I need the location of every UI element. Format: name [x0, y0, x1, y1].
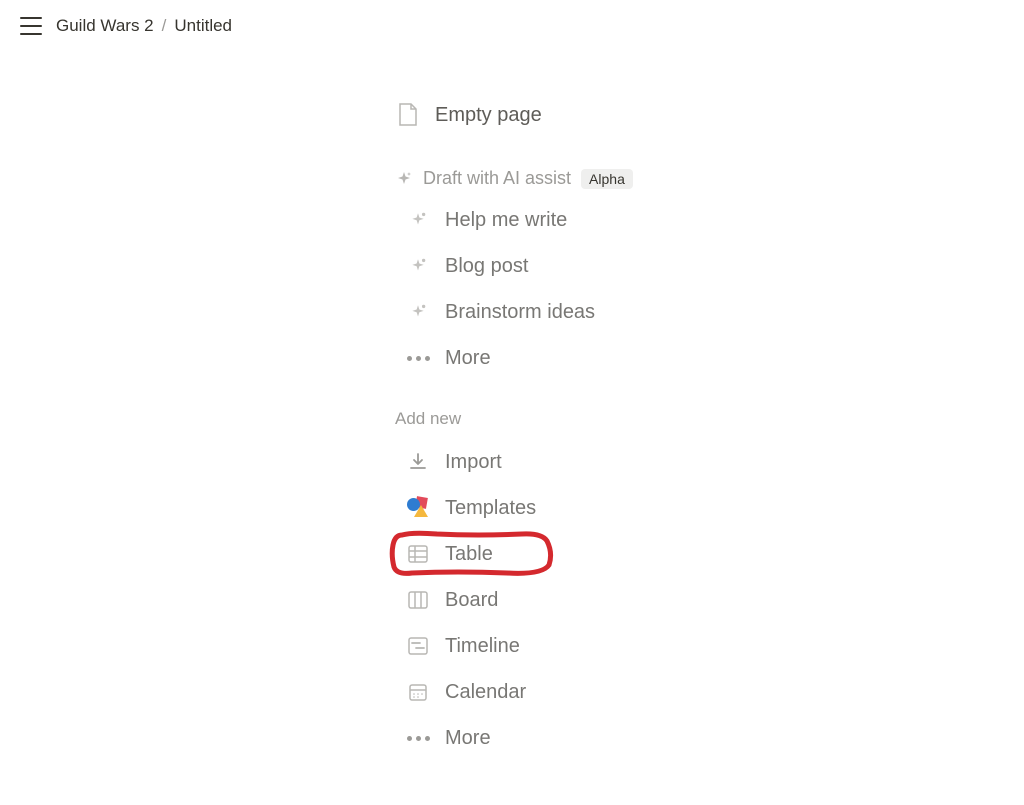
empty-page-option[interactable]: Empty page	[395, 92, 835, 138]
option-label: Table	[445, 543, 493, 566]
more-icon	[405, 725, 431, 751]
breadcrumb: Guild Wars 2 / Untitled	[56, 16, 232, 36]
ai-blog-post[interactable]: Blog post	[395, 243, 835, 289]
breadcrumb-separator: /	[162, 16, 167, 36]
option-label: Brainstorm ideas	[445, 301, 595, 324]
calendar-icon	[405, 679, 431, 705]
sparkle-icon	[405, 299, 431, 325]
option-label: Import	[445, 451, 502, 474]
option-label: Timeline	[445, 635, 520, 658]
empty-page-label: Empty page	[435, 104, 542, 127]
menu-toggle-icon[interactable]	[20, 17, 42, 35]
calendar-option[interactable]: Calendar	[395, 669, 835, 715]
option-label: Board	[445, 589, 498, 612]
sparkle-icon	[405, 253, 431, 279]
ai-section-header: Draft with AI assist Alpha	[395, 168, 835, 189]
timeline-option[interactable]: Timeline	[395, 623, 835, 669]
sparkle-icon	[395, 170, 413, 188]
add-new-more[interactable]: More	[395, 715, 835, 761]
board-icon	[405, 587, 431, 613]
import-icon	[405, 449, 431, 475]
page-icon	[395, 102, 421, 128]
option-label: More	[445, 347, 491, 370]
sparkle-icon	[405, 207, 431, 233]
option-label: Blog post	[445, 255, 528, 278]
option-label: Templates	[445, 497, 536, 520]
breadcrumb-parent[interactable]: Guild Wars 2	[56, 16, 154, 36]
ai-section-title: Draft with AI assist	[423, 168, 571, 189]
ai-brainstorm-ideas[interactable]: Brainstorm ideas	[395, 289, 835, 335]
table-icon	[405, 541, 431, 567]
more-icon	[405, 345, 431, 371]
breadcrumb-current[interactable]: Untitled	[174, 16, 232, 36]
option-label: More	[445, 727, 491, 750]
option-label: Help me write	[445, 209, 567, 232]
timeline-icon	[405, 633, 431, 659]
board-option[interactable]: Board	[395, 577, 835, 623]
import-option[interactable]: Import	[395, 439, 835, 485]
option-label: Calendar	[445, 681, 526, 704]
templates-icon	[405, 495, 431, 521]
alpha-badge: Alpha	[581, 169, 633, 189]
add-new-title: Add new	[395, 409, 835, 429]
table-option[interactable]: Table	[395, 531, 835, 577]
ai-more[interactable]: More	[395, 335, 835, 381]
ai-help-me-write[interactable]: Help me write	[395, 197, 835, 243]
templates-option[interactable]: Templates	[395, 485, 835, 531]
